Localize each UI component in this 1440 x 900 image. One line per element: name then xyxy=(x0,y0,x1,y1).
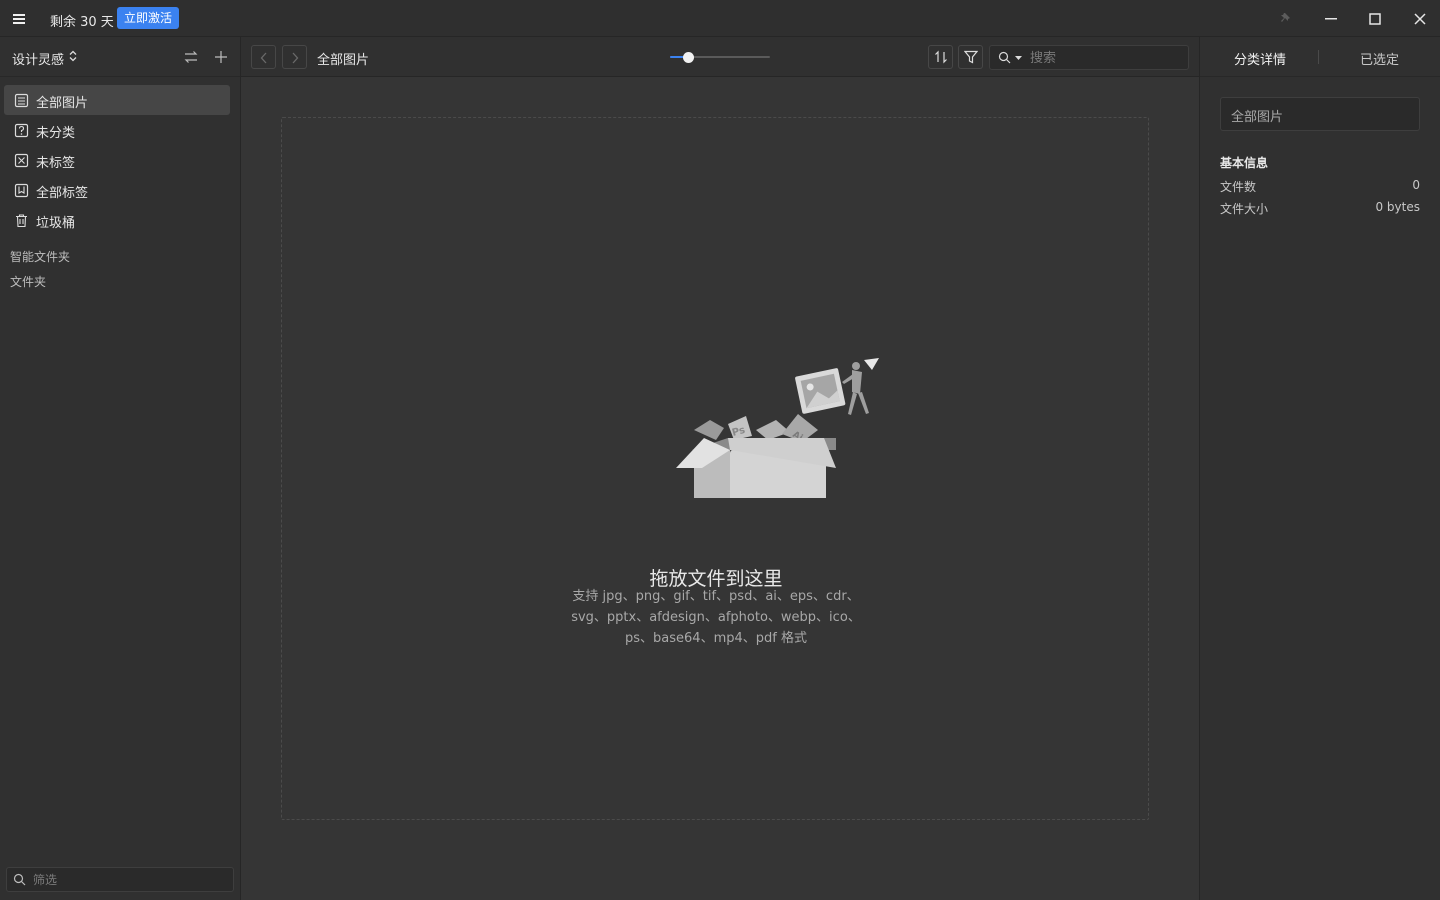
forward-button[interactable] xyxy=(282,45,307,69)
slider-thumb[interactable] xyxy=(683,52,694,63)
activate-button[interactable]: 立即激活 xyxy=(117,7,180,29)
filter-input[interactable] xyxy=(33,871,223,889)
tab-selected[interactable]: 已选定 xyxy=(1360,49,1399,68)
library-name[interactable]: 设计灵感 xyxy=(12,49,64,68)
tab-divider xyxy=(1318,50,1319,64)
main-content: Ps Ai 拖放文件到这里 支持 jpg、png、gif、tif、psd、ai、… xyxy=(241,77,1199,900)
sidebar-item-trash[interactable]: 垃圾桶 xyxy=(4,205,230,235)
sort-icon xyxy=(935,50,947,64)
toolbar: 全部图片 xyxy=(241,37,1199,77)
untagged-icon xyxy=(14,153,29,168)
chevron-right-icon xyxy=(292,52,299,64)
empty-box-illustration: Ps Ai xyxy=(676,358,879,498)
file-count-label: 文件数 xyxy=(1220,180,1257,194)
search-box xyxy=(989,45,1189,70)
formats-line: svg、pptx、afdesign、afphoto、webp、ico、 xyxy=(571,610,861,625)
sidebar-item-label: 全部图片 xyxy=(36,96,89,111)
current-view-title: 全部图片 xyxy=(317,53,370,68)
sidebar-item-label: 垃圾桶 xyxy=(36,216,76,231)
sidebar-item-label: 未标签 xyxy=(36,156,76,171)
drop-zone[interactable]: Ps Ai 拖放文件到这里 支持 jpg、png、gif、tif、psd、ai、… xyxy=(281,117,1149,820)
uncategorized-icon xyxy=(14,123,29,138)
title-bar: 剩余 30 天 立即激活 xyxy=(0,0,1440,37)
sidebar-item-label: 全部标签 xyxy=(36,186,89,201)
sidebar-item-untagged[interactable]: 未标签 xyxy=(4,145,230,175)
sidebar-item-uncategorized[interactable]: 未分类 xyxy=(4,115,230,145)
app-window: 剩余 30 天 立即激活 设计灵感 全部图片 未分类 未标签 全部标签 垃圾桶 … xyxy=(0,0,1440,900)
thumbnail-size-slider[interactable] xyxy=(670,52,770,63)
file-count-row: 文件数 0 xyxy=(1220,178,1420,196)
category-name-input[interactable] xyxy=(1231,106,1411,124)
search-input[interactable] xyxy=(1030,49,1180,67)
sidebar-filter xyxy=(6,867,234,892)
supported-formats-text: 支持 jpg、png、gif、tif、psd、ai、eps、cdr、 svg、p… xyxy=(556,586,876,649)
pin-icon[interactable] xyxy=(1276,8,1298,30)
category-name-field xyxy=(1220,97,1420,131)
sync-icon[interactable] xyxy=(183,49,199,69)
basic-info-heading: 基本信息 xyxy=(1220,156,1269,170)
file-size-row: 文件大小 0 bytes xyxy=(1220,200,1420,218)
back-button[interactable] xyxy=(251,45,276,69)
all-images-icon xyxy=(14,93,29,108)
maximize-icon[interactable] xyxy=(1364,8,1386,30)
trial-remaining-text: 剩余 30 天 xyxy=(50,15,114,30)
tab-category-details[interactable]: 分类详情 xyxy=(1234,49,1286,68)
file-size-value: 0 bytes xyxy=(1375,200,1420,214)
sidebar-item-all-tags[interactable]: 全部标签 xyxy=(4,175,230,205)
filter-button[interactable] xyxy=(958,45,983,69)
search-icon[interactable] xyxy=(998,51,1011,64)
menu-icon[interactable] xyxy=(11,11,29,27)
formats-line: 支持 jpg、png、gif、tif、psd、ai、eps、cdr、 xyxy=(572,589,860,604)
sidebar-item-all-images[interactable]: 全部图片 xyxy=(4,85,230,115)
sidebar-header: 设计灵感 xyxy=(0,37,240,77)
file-size-label: 文件大小 xyxy=(1220,202,1269,216)
sidebar-item-label: 未分类 xyxy=(36,126,76,141)
sort-button[interactable] xyxy=(928,45,953,69)
folders-label[interactable]: 文件夹 xyxy=(10,273,46,290)
library-switch-icon[interactable] xyxy=(69,50,77,66)
search-icon xyxy=(13,873,26,886)
right-panel: 分类详情 已选定 基本信息 文件数 0 文件大小 0 bytes xyxy=(1199,37,1440,900)
add-icon[interactable] xyxy=(213,49,229,69)
left-sidebar: 设计灵感 全部图片 未分类 未标签 全部标签 垃圾桶 智能文件夹 文件夹 筛选 xyxy=(0,37,241,900)
close-icon[interactable] xyxy=(1409,8,1431,30)
all-tags-icon xyxy=(14,183,29,198)
minimize-icon[interactable] xyxy=(1320,8,1342,30)
file-count-value: 0 xyxy=(1412,178,1420,192)
panel-tabs: 分类详情 已选定 xyxy=(1200,37,1440,77)
filter-icon xyxy=(964,50,978,64)
trash-icon xyxy=(16,214,27,228)
smart-folders-label[interactable]: 智能文件夹 xyxy=(10,248,70,265)
chevron-left-icon xyxy=(260,52,267,64)
chevron-down-icon[interactable] xyxy=(1015,56,1022,60)
nav-list: 全部图片 未分类 未标签 全部标签 垃圾桶 xyxy=(4,85,230,235)
formats-line: ps、base64、mp4、pdf 格式 xyxy=(625,631,807,646)
